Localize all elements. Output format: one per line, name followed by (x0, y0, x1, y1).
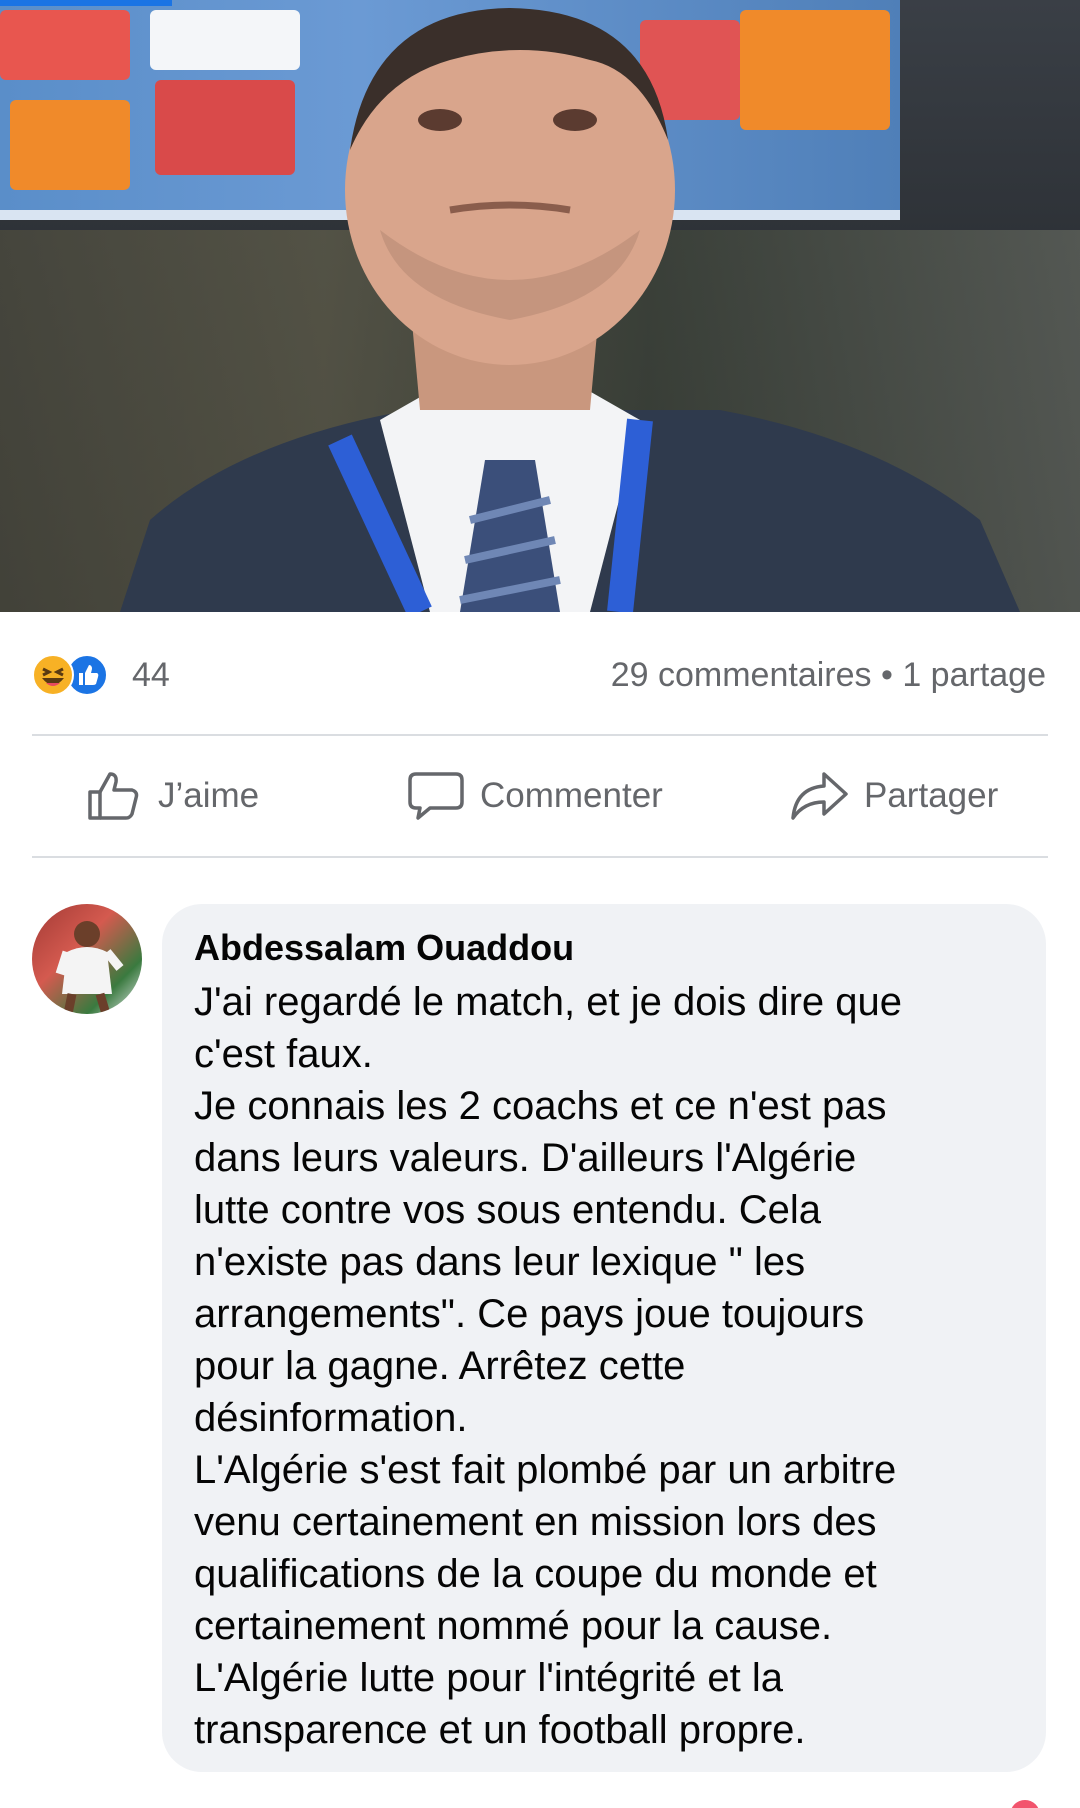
comment-line: arrangements". Ce pays joue toujours (194, 1292, 865, 1336)
post-action-bar: J’aime Commenter Partager (0, 740, 1080, 852)
comment-line: Je connais les 2 coachs et ce n'est pas (194, 1084, 887, 1128)
haha-reaction-icon (32, 654, 74, 696)
comment-line: c'est faux. (194, 1032, 373, 1076)
comments-count-link[interactable]: 29 commentaires (611, 656, 872, 694)
post-photo[interactable] (0, 0, 1080, 612)
comment-line: pour la gagne. Arrêtez cette (194, 1344, 686, 1388)
comment-line: L'Algérie s'est fait plombé par un arbit… (194, 1448, 897, 1492)
divider-top (32, 734, 1048, 736)
comment-bubble: Abdessalam Ouaddou J'ai regardé le match… (162, 904, 1046, 1772)
reactions-summary: 44 29 commentaires • 1 partage (0, 640, 1080, 710)
comment-line: L'Algérie lutte pour l'intégrité et la (194, 1656, 783, 1700)
comment-line: désinformation. (194, 1396, 468, 1440)
like-button-label: J’aime (158, 776, 260, 815)
shares-count-link[interactable]: 1 partage (902, 656, 1046, 694)
comment-line: venu certainement en mission lors des (194, 1500, 877, 1544)
coach-figure (120, 8, 1020, 612)
share-arrow-icon (791, 772, 848, 820)
comment-button[interactable]: Commenter (408, 768, 663, 824)
comment-line: lutte contre vos sous entendu. Cela (194, 1188, 822, 1232)
comment-line: dans leurs valeurs. D'ailleurs l'Algérie (194, 1136, 857, 1180)
reaction-count[interactable]: 44 (132, 654, 170, 696)
comment-line: J'ai regardé le match, et je dois dire q… (194, 980, 903, 1024)
commenter-avatar[interactable] (32, 904, 142, 1014)
like-button[interactable]: J’aime (86, 768, 259, 824)
thumbs-up-icon (88, 772, 139, 820)
top-accent-bar (0, 0, 172, 6)
share-button-label: Partager (864, 776, 999, 815)
stats-separator: • (880, 656, 893, 694)
share-button[interactable]: Partager (790, 768, 998, 824)
engagement-stats: 29 commentaires • 1 partage (611, 654, 1046, 696)
comment-line: n'existe pas dans leur lexique " les (194, 1240, 806, 1284)
comment-author[interactable]: Abdessalam Ouaddou (194, 924, 1014, 972)
comment-line: certainement nommé pour la cause. (194, 1604, 833, 1648)
comment-line: transparence et un football propre. (194, 1708, 806, 1752)
comment-line: qualifications de la coupe du monde et (194, 1552, 877, 1596)
reaction-peek-icon (1010, 1800, 1040, 1808)
reaction-icons[interactable] (32, 654, 122, 696)
comment-button-label: Commenter (480, 776, 663, 815)
comment-bubble-icon (408, 772, 464, 820)
divider-bottom (32, 856, 1048, 858)
comment-text: J'ai regardé le match, et je dois dire q… (194, 976, 1014, 1756)
